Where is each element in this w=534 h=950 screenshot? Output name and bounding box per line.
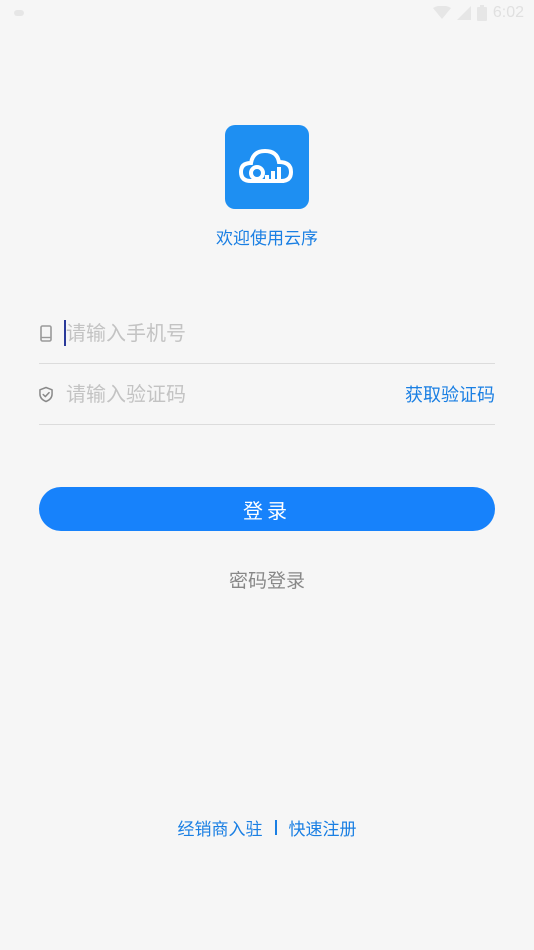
status-time: 6:02 (492, 4, 524, 21)
cloud-chart-icon (238, 148, 294, 183)
phone-icon (39, 324, 53, 342)
shield-check-icon (39, 385, 53, 403)
welcome-title: 欢迎使用云序 (216, 229, 318, 249)
dealer-join-link[interactable]: 经销商入驻 (178, 815, 263, 840)
quick-register-link[interactable]: 快速注册 (289, 815, 357, 840)
footer-divider (274, 820, 277, 835)
code-field-row: 获取验证码 (39, 364, 495, 425)
password-login-link[interactable]: 密码登录 (0, 566, 534, 593)
app-logo (225, 125, 309, 209)
battery-icon (476, 5, 487, 21)
wifi-icon (432, 6, 451, 19)
signal-icon (456, 6, 471, 20)
status-icons: 6:02 (432, 4, 524, 22)
login-button[interactable]: 登录 (39, 487, 495, 531)
status-bar: 6:02 (0, 0, 534, 26)
verification-code-input[interactable] (66, 374, 405, 414)
get-code-button[interactable]: 获取验证码 (405, 381, 495, 407)
notification-icon (14, 10, 24, 16)
footer-links: 经销商入驻 快速注册 (0, 815, 534, 840)
phone-input[interactable] (66, 313, 495, 353)
phone-field-row (39, 303, 495, 364)
